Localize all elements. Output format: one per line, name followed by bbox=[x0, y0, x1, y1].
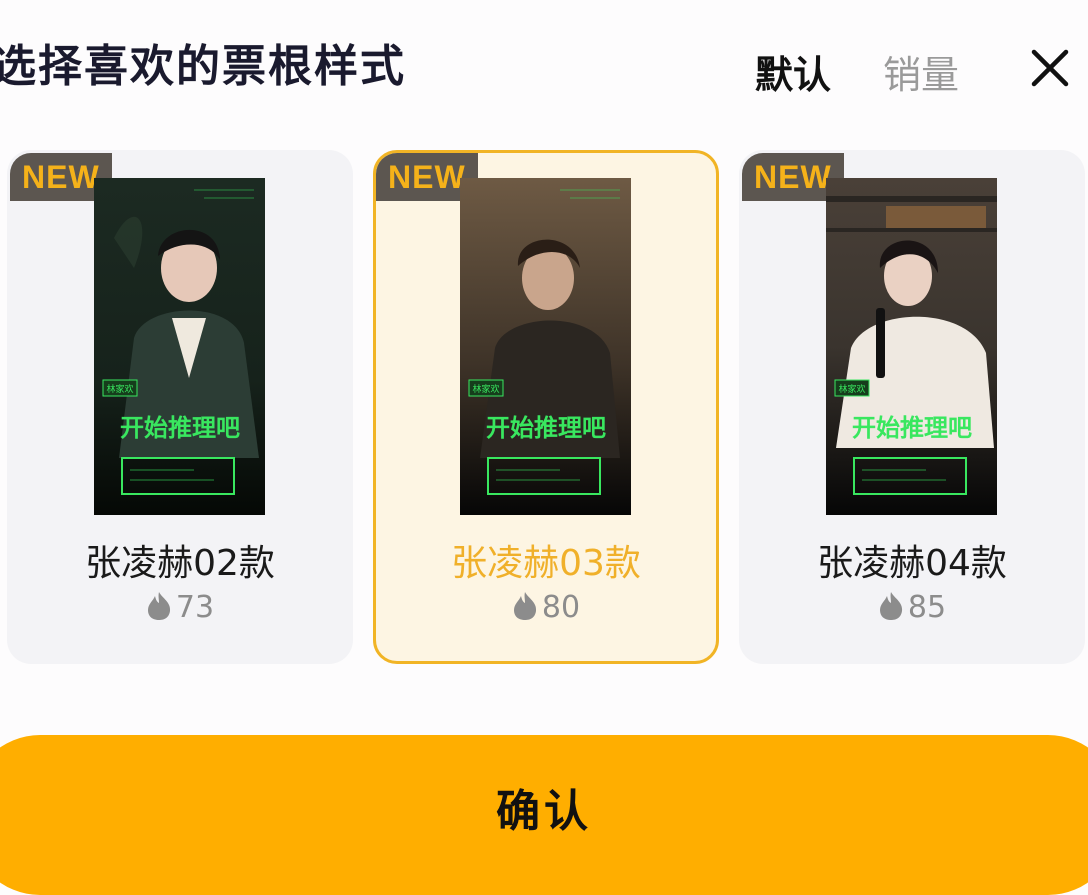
heat-value: 80 bbox=[541, 590, 581, 625]
heat-count: 85 bbox=[739, 590, 1085, 625]
poster-image: 林家欢 开始推理吧 bbox=[94, 178, 265, 515]
confirm-label: 确认 bbox=[496, 786, 592, 837]
poster-slogan: 开始推理吧 bbox=[486, 414, 606, 442]
poster-image: 林家欢 开始推理吧 bbox=[826, 178, 997, 515]
poster-tag: 林家欢 bbox=[838, 383, 865, 395]
ticket-style-card-03[interactable]: NEW 林家欢 开始推理吧 张凌赫03款 80 bbox=[373, 150, 719, 664]
poster-slogan: 开始推理吧 bbox=[852, 414, 972, 442]
heat-count: 80 bbox=[376, 590, 716, 625]
heat-value: 73 bbox=[175, 590, 215, 625]
ticket-style-card-02[interactable]: NEW 林家欢 开始推理吧 张凌赫02款 73 bbox=[7, 150, 353, 664]
flame-icon bbox=[147, 592, 170, 620]
poster-slogan: 开始推理吧 bbox=[120, 414, 240, 442]
sort-sales-tab[interactable]: 销量 bbox=[883, 44, 959, 99]
card-title: 张凌赫02款 bbox=[85, 543, 275, 584]
heat-value: 85 bbox=[907, 590, 947, 625]
flame-icon bbox=[879, 592, 902, 620]
page-title: 选择喜欢的票根样式 bbox=[0, 41, 406, 92]
close-button[interactable] bbox=[1026, 44, 1074, 92]
poster-tag: 林家欢 bbox=[106, 383, 133, 395]
poster-tag: 林家欢 bbox=[472, 383, 499, 395]
flame-icon bbox=[513, 592, 536, 620]
heat-count: 73 bbox=[7, 590, 353, 625]
close-icon bbox=[1031, 49, 1069, 87]
card-title: 张凌赫03款 bbox=[451, 543, 641, 584]
poster-image: 林家欢 开始推理吧 bbox=[460, 178, 631, 515]
confirm-button[interactable]: 确认 bbox=[0, 735, 1088, 895]
card-title: 张凌赫04款 bbox=[817, 543, 1007, 584]
ticket-style-card-04[interactable]: NEW 林家欢 开始推理吧 张凌赫04款 85 bbox=[739, 150, 1085, 664]
sort-default-tab[interactable]: 默认 bbox=[755, 44, 831, 99]
